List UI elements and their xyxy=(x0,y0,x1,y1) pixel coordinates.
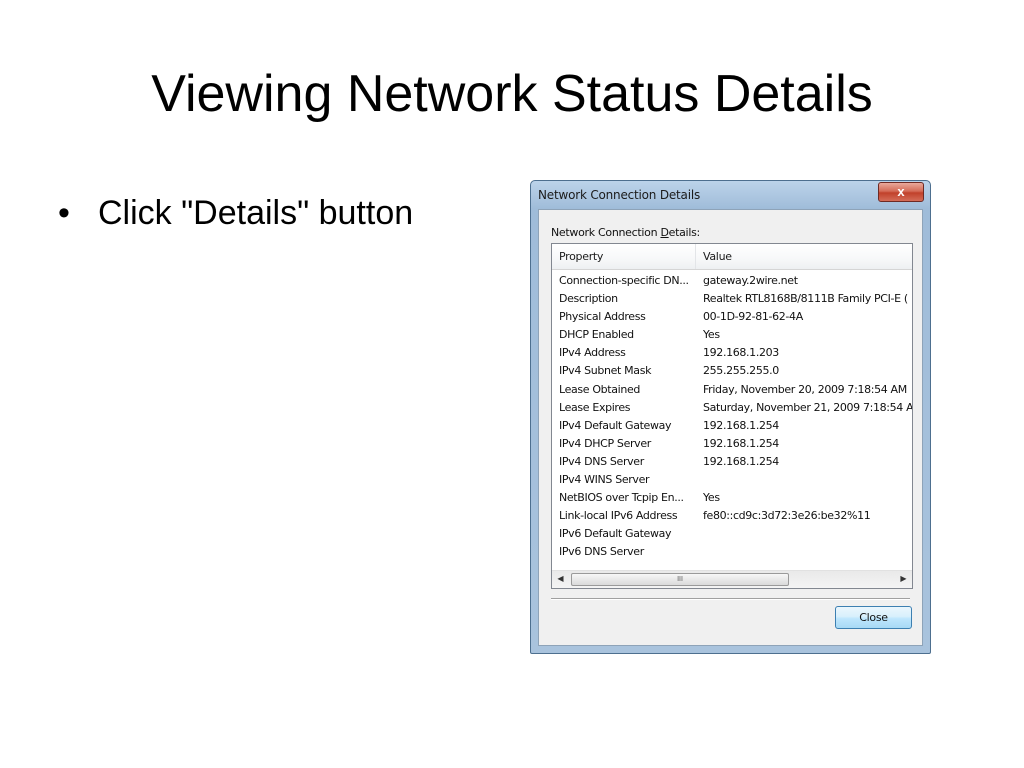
value-cell: 192.168.1.203 xyxy=(703,346,779,360)
value-cell: 255.255.255.0 xyxy=(703,364,779,378)
property-cell: DHCP Enabled xyxy=(559,328,634,342)
value-cell: 00-1D-92-81-62-4A xyxy=(703,310,803,324)
scrollbar-thumb[interactable]: III xyxy=(571,573,789,586)
value-cell: Friday, November 20, 2009 7:18:54 AM xyxy=(703,382,907,396)
table-row[interactable]: Link-local IPv6 Address fe80::cd9c:3d72:3… xyxy=(552,507,912,525)
property-cell: Description xyxy=(559,292,618,306)
table-row[interactable]: IPv4 WINS Server xyxy=(552,471,912,489)
bullet-text: Click "Details" button xyxy=(98,194,414,232)
close-icon: x xyxy=(897,184,905,199)
value-cell: fe80::cd9c:3d72:3e26:be32%11 xyxy=(703,509,871,523)
property-cell: Lease Obtained xyxy=(559,382,641,396)
table-row[interactable]: Lease Obtained Friday, November 20, 2009 … xyxy=(552,381,912,399)
value-cell: Realtek RTL8168B/8111B Family PCI-E ( xyxy=(703,292,908,306)
column-header-value[interactable]: Value xyxy=(696,244,912,269)
table-row[interactable]: IPv4 DNS Server 192.168.1.254 xyxy=(552,453,912,471)
details-label: Network Connection Details: xyxy=(551,226,700,239)
arrow-right-icon: ▶ xyxy=(900,574,907,583)
property-cell: IPv4 DHCP Server xyxy=(559,436,651,450)
property-cell: NetBIOS over Tcpip En... xyxy=(559,491,684,505)
property-cell: Link-local IPv6 Address xyxy=(559,509,678,523)
property-cell: IPv4 WINS Server xyxy=(559,473,650,487)
table-row[interactable]: IPv6 DNS Server xyxy=(552,543,912,561)
table-row[interactable]: Physical Address 00-1D-92-81-62-4A xyxy=(552,308,912,326)
list-header: Property Value xyxy=(552,244,912,270)
value-cell: Yes xyxy=(703,491,720,505)
value-cell: 192.168.1.254 xyxy=(703,436,779,450)
horizontal-scrollbar[interactable]: ◀ III ▶ xyxy=(552,570,912,588)
details-label-accelerator: D xyxy=(660,226,669,239)
property-cell: IPv6 DNS Server xyxy=(559,545,644,559)
column-header-property[interactable]: Property xyxy=(552,244,696,269)
property-cell: Connection-specific DN... xyxy=(559,274,689,287)
details-label-after: etails: xyxy=(668,226,701,239)
scroll-right-button[interactable]: ▶ xyxy=(895,571,912,588)
dialog-client-area: Network Connection Details: Property Val… xyxy=(538,209,923,646)
dialog-titlebar[interactable]: Network Connection Details x xyxy=(531,181,930,209)
property-cell: IPv4 Default Gateway xyxy=(559,418,672,432)
table-row[interactable]: Connection-specific DN... gateway.2wire.n… xyxy=(552,272,912,290)
close-button[interactable]: Close xyxy=(835,606,912,629)
table-row[interactable]: NetBIOS over Tcpip En... Yes xyxy=(552,489,912,507)
table-row[interactable]: DHCP Enabled Yes xyxy=(552,326,912,344)
grip-icon: III xyxy=(677,576,683,583)
scroll-left-button[interactable]: ◀ xyxy=(552,571,569,588)
property-cell: Lease Expires xyxy=(559,400,631,414)
slide-title: Viewing Network Status Details xyxy=(151,65,873,123)
arrow-left-icon: ◀ xyxy=(557,574,564,583)
list-rows: Connection-specific DN... gateway.2wire.n… xyxy=(552,272,912,562)
value-cell: Yes xyxy=(703,328,720,342)
table-row[interactable]: Lease Expires Saturday, November 21, 2009… xyxy=(552,399,912,417)
details-list[interactable]: Property Value Connection-specific DN...… xyxy=(551,243,913,589)
dialog-title: Network Connection Details xyxy=(538,188,701,202)
property-cell: IPv4 Subnet Mask xyxy=(559,364,652,378)
value-cell: Saturday, November 21, 2009 7:18:54 AM xyxy=(703,400,913,414)
table-row[interactable]: IPv4 Default Gateway 192.168.1.254 xyxy=(552,417,912,435)
property-cell: Physical Address xyxy=(559,310,646,324)
network-connection-details-dialog: Network Connection Details x Network Con… xyxy=(530,180,931,654)
bullet-item: • Click "Details" button xyxy=(58,191,413,235)
table-row[interactable]: IPv4 Subnet Mask 255.255.255.0 xyxy=(552,362,912,380)
table-row[interactable]: IPv4 Address 192.168.1.203 xyxy=(552,344,912,362)
separator xyxy=(551,598,910,600)
table-row[interactable]: Description Realtek RTL8168B/8111B Family… xyxy=(552,290,912,308)
details-label-before: Network Connection xyxy=(551,226,661,239)
value-cell: 192.168.1.254 xyxy=(703,454,779,468)
property-cell: IPv6 Default Gateway xyxy=(559,527,672,541)
property-cell: IPv4 DNS Server xyxy=(559,454,644,468)
table-row[interactable]: IPv4 DHCP Server 192.168.1.254 xyxy=(552,435,912,453)
value-cell: 192.168.1.254 xyxy=(703,418,779,432)
property-cell: IPv4 Address xyxy=(559,346,626,360)
table-row[interactable]: IPv6 Default Gateway xyxy=(552,525,912,543)
value-cell: gateway.2wire.net xyxy=(703,274,798,287)
bullet-symbol: • xyxy=(58,194,70,232)
close-window-button[interactable]: x xyxy=(878,182,924,202)
